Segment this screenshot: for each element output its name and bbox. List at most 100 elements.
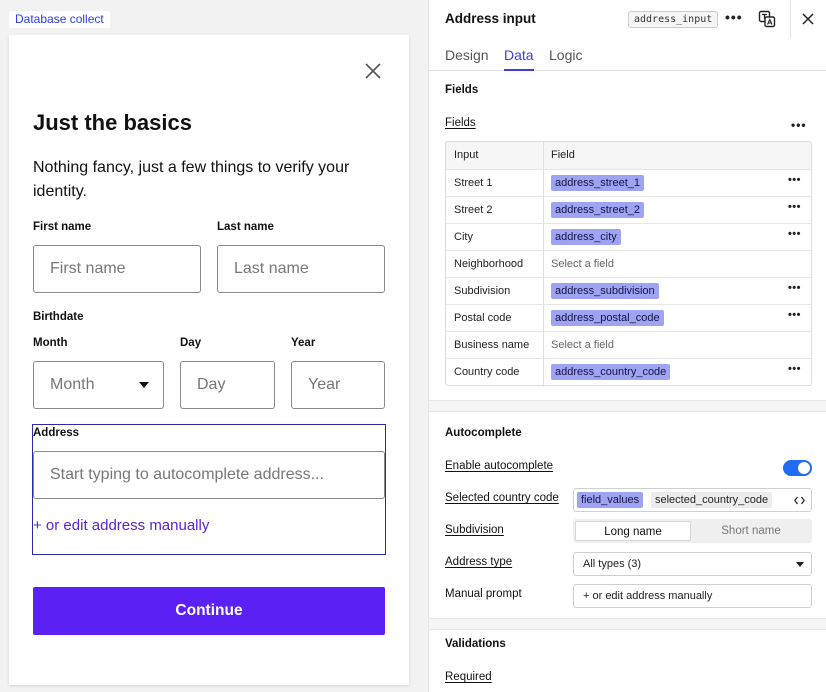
- row-input-label: Country code: [454, 366, 520, 378]
- autocomplete-section-title: Autocomplete: [445, 427, 522, 439]
- table-row[interactable]: Business name Select a field: [446, 331, 811, 358]
- toggle-knob: [798, 462, 810, 474]
- fields-more-icon[interactable]: •••: [791, 118, 807, 132]
- year-label: Year: [291, 337, 316, 349]
- month-select[interactable]: Month: [33, 361, 164, 409]
- tab-design[interactable]: Design: [445, 47, 489, 63]
- continue-button[interactable]: Continue: [33, 587, 385, 635]
- column-divider: [543, 359, 544, 385]
- field-chip: address_street_2: [551, 202, 644, 218]
- first-name-label: First name: [33, 221, 92, 233]
- header-divider: [790, 0, 791, 38]
- column-divider: [543, 197, 544, 223]
- row-field-cell[interactable]: address_postal_code: [551, 310, 664, 326]
- table-row[interactable]: Postal code address_postal_code •••: [446, 304, 811, 331]
- form-canvas: Database collect Just the basics Nothing…: [0, 0, 428, 692]
- manual-prompt-input[interactable]: + or edit address manually: [573, 584, 812, 608]
- row-more-icon[interactable]: •••: [788, 201, 801, 213]
- address-type-select[interactable]: All types (3): [573, 552, 812, 576]
- row-more-icon[interactable]: •••: [788, 174, 801, 186]
- address-label: Address: [33, 427, 80, 439]
- enable-autocomplete-label[interactable]: Enable autocomplete: [445, 460, 553, 472]
- table-row[interactable]: Street 2 address_street_2 •••: [446, 196, 811, 223]
- validations-section-title: Validations: [445, 638, 506, 650]
- manual-prompt-label: Manual prompt: [445, 588, 522, 600]
- month-label: Month: [33, 337, 68, 349]
- address-autocomplete-input[interactable]: Start typing to autocomplete address...: [33, 451, 385, 499]
- fields-table: Input Field Street 1 address_street_1 ••• S…: [445, 141, 812, 386]
- subdivision-segmented-control: Long name Short name: [573, 519, 812, 543]
- day-label: Day: [180, 337, 202, 349]
- tab-logic[interactable]: Logic: [549, 47, 582, 63]
- subdivision-label[interactable]: Subdivision: [445, 524, 504, 536]
- row-field-cell[interactable]: Select a field: [551, 256, 614, 272]
- caret-down-icon: [139, 382, 149, 388]
- tab-data[interactable]: Data: [504, 47, 534, 63]
- row-input-label: Street 1: [454, 177, 493, 189]
- table-row[interactable]: Neighborhood Select a field: [446, 250, 811, 277]
- row-more-icon[interactable]: •••: [788, 228, 801, 240]
- close-icon[interactable]: [363, 61, 383, 81]
- field-values-chip[interactable]: field_values: [577, 492, 644, 508]
- row-more-icon[interactable]: •••: [788, 309, 801, 321]
- fields-section-title: Fields: [445, 84, 479, 96]
- edit-address-manually-link[interactable]: + or edit address manually: [33, 517, 209, 534]
- last-name-input[interactable]: Last name: [217, 245, 385, 293]
- row-more-icon[interactable]: •••: [788, 363, 801, 375]
- panel-tabs: Design Data Logic: [429, 38, 826, 71]
- column-divider: [543, 251, 544, 277]
- last-name-label: Last name: [217, 221, 274, 233]
- address-type-label[interactable]: Address type: [445, 556, 512, 568]
- table-row[interactable]: Country code address_country_code •••: [446, 358, 811, 385]
- selected-country-code-label[interactable]: Selected country code: [445, 492, 559, 504]
- manual-prompt-value: + or edit address manually: [583, 590, 713, 602]
- code-icon[interactable]: [794, 496, 805, 505]
- element-id-badge[interactable]: address_input: [628, 11, 719, 28]
- address-type-value: All types (3): [583, 558, 642, 570]
- form-card: Just the basics Nothing fancy, just a fe…: [9, 35, 409, 685]
- section-divider: [429, 400, 826, 412]
- row-field-cell[interactable]: address_street_2: [551, 202, 644, 218]
- column-divider: [543, 170, 544, 196]
- year-input[interactable]: Year: [291, 361, 385, 409]
- row-field-cell[interactable]: address_country_code: [551, 364, 671, 380]
- row-input-label: City: [454, 231, 473, 243]
- birthdate-label: Birthdate: [33, 311, 84, 323]
- row-field-cell[interactable]: address_subdivision: [551, 283, 659, 299]
- required-label[interactable]: Required: [445, 671, 492, 683]
- subdivision-short-name-option[interactable]: Short name: [693, 521, 809, 541]
- column-divider: [543, 305, 544, 331]
- column-header-input: Input: [454, 149, 479, 161]
- row-field-cell[interactable]: Select a field: [551, 337, 614, 353]
- row-more-icon[interactable]: •••: [788, 282, 801, 294]
- field-chip: address_postal_code: [551, 310, 664, 326]
- table-row[interactable]: City address_city •••: [446, 223, 811, 250]
- table-row[interactable]: Street 1 address_street_1 •••: [446, 169, 811, 196]
- subdivision-long-name-option[interactable]: Long name: [575, 521, 691, 541]
- row-field-cell[interactable]: address_city: [551, 229, 621, 245]
- first-name-input[interactable]: First name: [33, 245, 201, 293]
- field-chip: address_country_code: [551, 364, 671, 380]
- field-chip: address_city: [551, 229, 621, 245]
- selected-country-code-chip[interactable]: selected_country_code: [651, 492, 773, 508]
- row-input-label: Business name: [454, 339, 530, 351]
- select-field-placeholder: Select a field: [551, 258, 614, 270]
- enable-autocomplete-toggle[interactable]: [783, 460, 812, 476]
- day-input[interactable]: Day: [180, 361, 275, 409]
- select-field-placeholder: Select a field: [551, 339, 614, 351]
- more-options-icon[interactable]: •••: [725, 9, 743, 25]
- close-panel-icon[interactable]: [801, 12, 815, 26]
- fields-label[interactable]: Fields: [445, 117, 476, 129]
- column-divider: [543, 142, 544, 169]
- country-code-source-combo[interactable]: field_values selected_country_code: [573, 488, 812, 512]
- table-row[interactable]: Subdivision address_subdivision •••: [446, 277, 811, 304]
- row-input-label: Neighborhood: [454, 258, 524, 270]
- column-divider: [543, 224, 544, 250]
- row-field-cell[interactable]: address_street_1: [551, 175, 644, 191]
- active-tab-indicator: [504, 69, 534, 71]
- section-divider: [429, 618, 826, 630]
- translate-icon[interactable]: [758, 10, 776, 28]
- panel-header: Address input address_input •••: [429, 0, 826, 38]
- row-input-label: Postal code: [454, 312, 512, 324]
- database-collect-tag[interactable]: Database collect: [9, 11, 110, 28]
